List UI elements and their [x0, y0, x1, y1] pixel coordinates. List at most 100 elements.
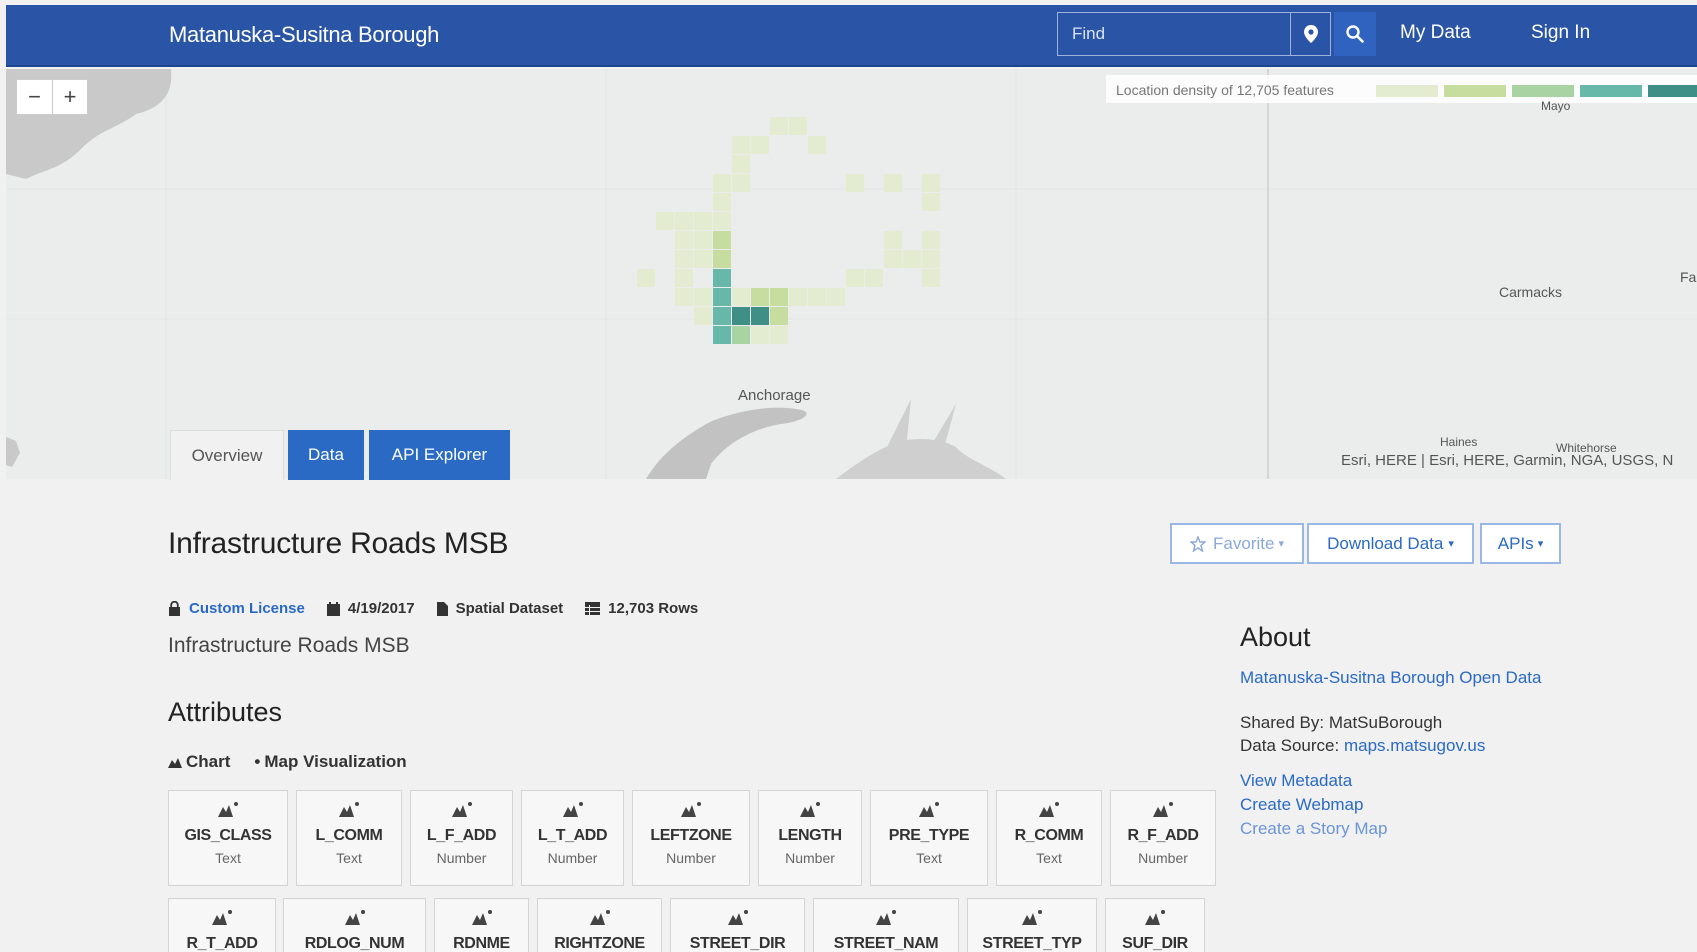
attribute-card[interactable]: PRE_TYPE Text [870, 790, 988, 886]
density-cell [656, 212, 674, 230]
chart-icon [814, 909, 958, 929]
view-metadata-link[interactable]: View Metadata [1240, 771, 1352, 791]
org-link[interactable]: Matanuska-Susitna Borough Open Data [1240, 666, 1550, 689]
row-count: 12,703 Rows [608, 600, 699, 617]
chart-icon [284, 909, 425, 929]
license-link[interactable]: Custom License [189, 600, 305, 617]
city-label-faro: Far [1680, 269, 1697, 285]
attribute-card[interactable]: R_F_ADD Number [1110, 790, 1216, 886]
attribute-type: Number [547, 850, 598, 866]
attribute-name: R_F_ADD [1127, 827, 1199, 844]
data-source-link[interactable]: maps.matsugov.us [1344, 736, 1485, 755]
create-webmap-link[interactable]: Create Webmap [1240, 795, 1363, 815]
city-label-carmacks: Carmacks [1499, 284, 1563, 300]
density-cell [694, 250, 712, 268]
density-cell [713, 231, 731, 249]
density-cell [922, 269, 940, 287]
density-cell [694, 231, 712, 249]
density-cell [675, 250, 693, 268]
attribute-card[interactable]: L_COMM Text [296, 790, 402, 886]
city-label-haines: Haines [1440, 435, 1478, 449]
chart-icon [435, 909, 528, 929]
density-cell [751, 326, 769, 344]
density-cell [789, 117, 807, 135]
zoom-out-button[interactable]: − [17, 80, 52, 114]
density-cell [789, 288, 807, 306]
map-viz-option[interactable]: • Map Visualization [254, 752, 406, 772]
attribute-card[interactable]: STREET_NAM [813, 898, 959, 952]
attribute-card[interactable]: RDNME [434, 898, 529, 952]
attribute-card[interactable]: GIS_CLASS Text [168, 790, 288, 886]
density-cell [713, 174, 731, 192]
chart-icon [871, 801, 987, 821]
attribute-name: LENGTH [778, 827, 842, 844]
download-data-button[interactable]: Download Data ▾ [1307, 523, 1474, 564]
attribute-name: L_COMM [315, 827, 383, 844]
zoom-in-button[interactable]: + [51, 80, 87, 114]
star-icon [1190, 535, 1207, 552]
density-cell [713, 326, 731, 344]
tab-api-explorer[interactable]: API Explorer [369, 430, 510, 480]
download-label: Download Data [1327, 533, 1444, 553]
density-cell [846, 174, 864, 192]
legend-swatch-1 [1376, 85, 1438, 97]
density-cell [675, 212, 693, 230]
dataset-meta: Custom License 4/19/2017 Spatial Dataset… [168, 600, 720, 617]
density-cell [637, 269, 655, 287]
attribute-card[interactable]: RDLOG_NUM [283, 898, 426, 952]
attribute-card[interactable]: L_T_ADD Number [521, 790, 624, 886]
density-cell [713, 193, 731, 211]
date-meta: 4/19/2017 [326, 600, 415, 617]
attribute-card[interactable]: L_F_ADD Number [410, 790, 513, 886]
map-view[interactable]: − + Location density of 12,705 features … [6, 69, 1697, 479]
chart-icon [1106, 909, 1204, 929]
attribute-card[interactable]: R_COMM Text [996, 790, 1102, 886]
density-cell [675, 269, 693, 287]
chart-icon [169, 909, 275, 929]
attribute-card[interactable]: LENGTH Number [758, 790, 862, 886]
location-button[interactable] [1291, 12, 1331, 56]
legend-swatch-3 [1512, 85, 1574, 97]
favorite-button[interactable]: Favorite ▾ [1170, 523, 1304, 564]
attribute-card[interactable]: STREET_DIR [670, 898, 805, 952]
site-brand[interactable]: Matanuska-Susitna Borough [169, 22, 439, 48]
tab-overview[interactable]: Overview [170, 430, 284, 480]
search-input[interactable]: Find [1057, 12, 1291, 56]
chart-icon [297, 801, 401, 821]
density-cell [770, 288, 788, 306]
apis-button[interactable]: APIs ▾ [1480, 523, 1561, 564]
density-cell [732, 174, 750, 192]
density-cell [732, 326, 750, 344]
attribute-card[interactable]: SUF_DIR [1105, 898, 1205, 952]
attribute-name: SUF_DIR [1122, 935, 1188, 952]
table-icon [585, 602, 601, 615]
chart-option[interactable]: Chart [168, 752, 230, 772]
density-cell [922, 250, 940, 268]
density-cell [732, 136, 750, 154]
chart-icon [1111, 801, 1215, 821]
attribute-type: Text [1036, 850, 1062, 866]
attribute-card[interactable]: STREET_TYP [967, 898, 1097, 952]
attribute-card[interactable]: R_T_ADD [168, 898, 276, 952]
tab-data[interactable]: Data [288, 430, 364, 480]
chart-icon [997, 801, 1101, 821]
search-button[interactable] [1334, 12, 1376, 56]
sign-in-link[interactable]: Sign In [1531, 22, 1590, 44]
density-cell [751, 136, 769, 154]
map-viz-label: Map Visualization [264, 752, 407, 771]
density-cell [884, 231, 902, 249]
density-cell [732, 307, 750, 325]
attribute-card[interactable]: LEFTZONE Number [632, 790, 750, 886]
attribute-card[interactable]: RIGHTZONE [537, 898, 662, 952]
attribute-name: LEFTZONE [650, 827, 732, 844]
chart-icon [538, 909, 661, 929]
attribute-name: PRE_TYPE [888, 827, 970, 844]
map-pin-icon [1303, 25, 1318, 43]
my-data-link[interactable]: My Data [1400, 22, 1471, 44]
create-story-map-link[interactable]: Create a Story Map [1240, 819, 1387, 839]
legend-swatch-2 [1444, 85, 1506, 97]
density-cell [884, 250, 902, 268]
density-cell [713, 250, 731, 268]
density-legend: Location density of 12,705 features [1106, 75, 1697, 103]
legend-label: Location density of 12,705 features [1116, 82, 1334, 98]
